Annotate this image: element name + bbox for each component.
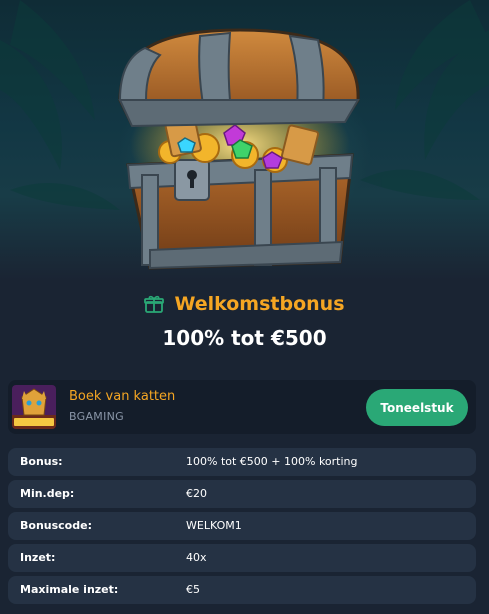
game-name[interactable]: Boek van katten	[69, 389, 175, 404]
gift-icon	[144, 295, 165, 313]
game-thumbnail[interactable]	[12, 385, 56, 429]
detail-value: 100% tot €500 + 100% korting	[186, 455, 358, 468]
detail-row-wagering: Inzet: 40x	[8, 544, 476, 572]
bonus-amount: 100% tot €500	[162, 326, 327, 350]
detail-value[interactable]: WELKOM1	[186, 519, 242, 532]
detail-value: 40x	[186, 551, 207, 564]
detail-row-min-deposit: Min.dep: €20	[8, 480, 476, 508]
game-provider: BGAMING	[69, 410, 124, 423]
detail-label: Bonus:	[20, 455, 63, 468]
detail-label: Inzet:	[20, 551, 56, 564]
game-card: Boek van katten BGAMING Toneelstuk	[8, 380, 476, 434]
detail-label: Min.dep:	[20, 487, 75, 500]
book-of-cats-logo	[12, 385, 56, 429]
bonus-header: Welkomstbonus	[0, 290, 489, 318]
bonus-title: Welkomstbonus	[174, 293, 345, 315]
play-button[interactable]: Toneelstuk	[366, 389, 468, 426]
detail-row-bonus-code: Bonuscode: WELKOM1	[8, 512, 476, 540]
detail-value: €5	[186, 583, 200, 596]
detail-label: Maximale inzet:	[20, 583, 119, 596]
bonus-details-table: Bonus: 100% tot €500 + 100% korting Min.…	[8, 448, 476, 608]
detail-row-bonus: Bonus: 100% tot €500 + 100% korting	[8, 448, 476, 476]
treasure-chest-illustration	[0, 0, 489, 270]
detail-value: €20	[186, 487, 207, 500]
hero-banner	[0, 0, 489, 280]
detail-row-max-bet: Maximale inzet: €5	[8, 576, 476, 604]
detail-label: Bonuscode:	[20, 519, 92, 532]
